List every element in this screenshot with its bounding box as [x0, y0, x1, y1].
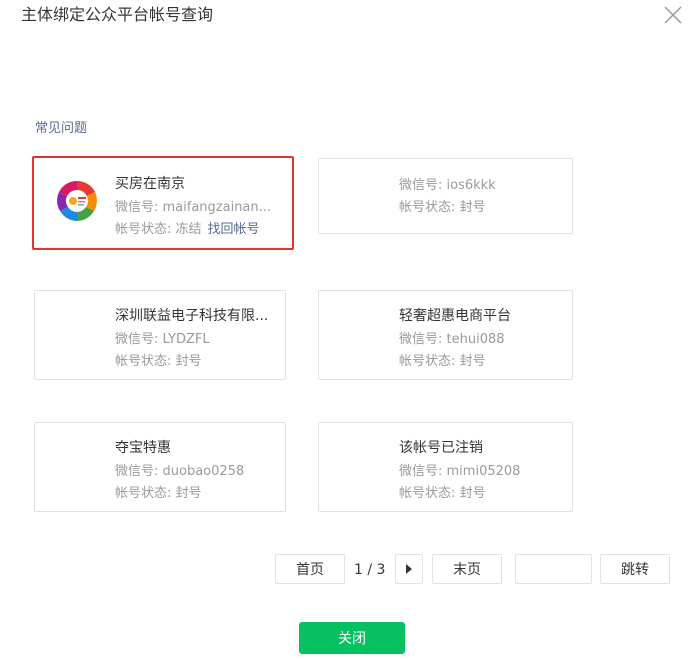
account-name: 夺宝特惠: [115, 440, 171, 456]
first-page-button[interactable]: 首页: [275, 554, 345, 584]
account-avatar: [57, 180, 97, 221]
account-card[interactable]: 买房在南京 微信号: maifangzainan... 帐号状态: 冻结 找回帐号: [32, 156, 294, 250]
account-wechat-id: 微信号: LYDZFL: [115, 332, 210, 347]
dialog-title: 主体绑定公众平台帐号查询: [21, 5, 214, 24]
close-icon: [664, 6, 682, 24]
account-wechat-id: 微信号: maifangzainan...: [115, 200, 272, 215]
close-dialog-button[interactable]: 关闭: [299, 622, 405, 654]
close-button[interactable]: [662, 4, 684, 26]
account-name: 轻奢超惠电商平台: [399, 308, 511, 324]
account-status: 帐号状态: 封号: [115, 486, 202, 501]
account-name: 买房在南京: [115, 176, 185, 192]
jump-page-input[interactable]: [515, 554, 592, 584]
account-card[interactable]: 微信号: ios6kkk 帐号状态: 封号: [318, 158, 573, 234]
account-status: 帐号状态: 封号: [399, 200, 486, 215]
next-page-button[interactable]: [395, 554, 423, 584]
account-status: 帐号状态: 封号: [115, 354, 202, 369]
account-name: 深圳联益电子科技有限...: [115, 308, 269, 324]
account-status: 帐号状态: 冻结 找回帐号: [115, 218, 260, 237]
account-card[interactable]: 轻奢超惠电商平台 微信号: tehui088 帐号状态: 封号: [318, 290, 573, 380]
account-card[interactable]: 该帐号已注销 微信号: mimi05208 帐号状态: 封号: [318, 422, 573, 512]
recover-account-link[interactable]: 找回帐号: [208, 222, 260, 237]
last-page-button[interactable]: 末页: [432, 554, 502, 584]
account-status: 帐号状态: 封号: [399, 486, 486, 501]
account-wechat-id: 微信号: tehui088: [399, 332, 505, 347]
account-wechat-id: 微信号: ios6kkk: [399, 178, 496, 193]
account-wechat-id: 微信号: mimi05208: [399, 464, 521, 479]
account-wechat-id: 微信号: duobao0258: [115, 464, 245, 479]
caret-right-icon: [406, 564, 412, 574]
page-indicator: 1 / 3: [354, 562, 386, 578]
account-card[interactable]: 深圳联益电子科技有限... 微信号: LYDZFL 帐号状态: 封号: [34, 290, 286, 380]
account-status-label: 帐号状态: 冻结: [115, 222, 202, 237]
account-card[interactable]: 夺宝特惠 微信号: duobao0258 帐号状态: 封号: [34, 422, 286, 512]
account-name: 该帐号已注销: [399, 440, 483, 456]
faq-link[interactable]: 常见问题: [35, 117, 87, 136]
jump-button[interactable]: 跳转: [600, 554, 670, 584]
account-status: 帐号状态: 封号: [399, 354, 486, 369]
